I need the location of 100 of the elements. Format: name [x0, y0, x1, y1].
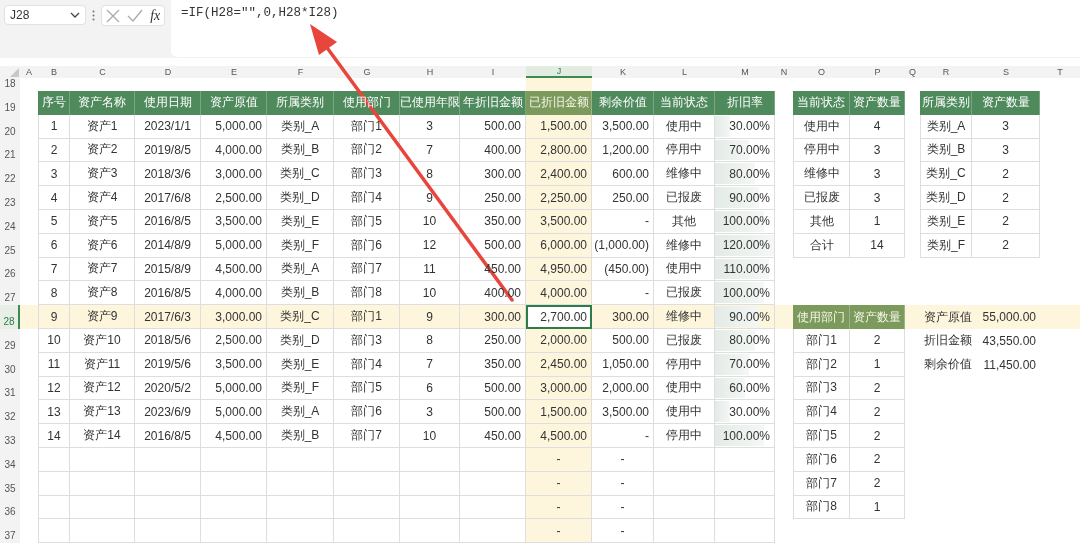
empty-cell	[654, 471, 715, 496]
table-cell: 类别_A	[267, 114, 334, 139]
empty-cell	[654, 495, 715, 520]
more-icon[interactable]	[92, 10, 95, 21]
table-cell: 2,800.00	[526, 138, 592, 163]
row-number[interactable]: 20	[0, 114, 20, 139]
table-cell: 1	[38, 114, 70, 139]
table-cell: 3	[850, 186, 905, 210]
row-number[interactable]: 29	[0, 328, 20, 353]
column-header[interactable]: M	[715, 66, 775, 78]
table-cell: 部门6	[793, 447, 850, 472]
row-number[interactable]: 28	[0, 305, 20, 329]
column-header[interactable]: Q	[905, 66, 920, 78]
row-number[interactable]: 21	[0, 138, 20, 163]
table-cell: 120.00%	[715, 233, 775, 258]
table-cell: -	[592, 210, 654, 234]
table-cell: 14	[850, 233, 905, 258]
table-cell: 维修中	[793, 162, 850, 187]
column-header[interactable]: G	[334, 66, 400, 78]
table-cell: 部门8	[793, 495, 850, 520]
table-cell: 2,000.00	[526, 328, 592, 353]
column-header[interactable]: B	[38, 66, 70, 78]
table-cell: 类别_A	[920, 114, 972, 139]
summary-label: 折旧金额	[923, 332, 972, 350]
column-header[interactable]: A	[20, 66, 38, 78]
column-header[interactable]: J	[526, 66, 592, 78]
row-number[interactable]: 31	[0, 376, 20, 401]
column-header[interactable]: S	[972, 66, 1040, 78]
table-cell: 500.00	[592, 328, 654, 353]
table-cell: 部门5	[334, 376, 400, 401]
column-header[interactable]: N	[775, 66, 793, 78]
table-cell: 3	[400, 114, 460, 139]
row-number[interactable]: 34	[0, 447, 20, 472]
table-cell: 9	[38, 305, 70, 329]
column-header[interactable]: C	[70, 66, 135, 78]
column-header[interactable]: T	[1040, 66, 1080, 78]
check-icon[interactable]	[126, 8, 143, 23]
table-cell: 2019/5/6	[135, 352, 201, 377]
column-header[interactable]: D	[135, 66, 201, 78]
row-number[interactable]: 23	[0, 186, 20, 210]
row-number[interactable]: 27	[0, 281, 20, 306]
table-header: 资产数量	[972, 91, 1040, 115]
table-cell: 5,000.00	[201, 400, 267, 425]
empty-cell	[38, 519, 70, 544]
column-header[interactable]: P	[850, 66, 905, 78]
table-cell: -	[526, 471, 592, 496]
table-cell: 1	[850, 210, 905, 234]
table-cell: 2015/8/9	[135, 257, 201, 282]
row-number[interactable]: 32	[0, 400, 20, 425]
column-header[interactable]: F	[267, 66, 334, 78]
row-number[interactable]: 33	[0, 424, 20, 448]
column-header[interactable]: E	[201, 66, 267, 78]
table-cell: -	[592, 495, 654, 520]
table-cell: -	[526, 495, 592, 520]
table-cell: 部门1	[334, 305, 400, 329]
table-header: 序号	[38, 91, 70, 115]
table-cell: 100.00%	[715, 281, 775, 306]
table-cell: 2,450.00	[526, 352, 592, 377]
table-cell: 6	[400, 376, 460, 401]
table-cell: 250.00	[592, 186, 654, 210]
cancel-icon[interactable]	[105, 8, 120, 23]
column-header[interactable]: H	[400, 66, 460, 78]
table-cell: 3	[400, 400, 460, 425]
empty-cell	[905, 305, 920, 329]
row-number[interactable]: 36	[0, 495, 20, 520]
row-number[interactable]: 19	[0, 91, 20, 115]
table-cell: 1,200.00	[592, 138, 654, 163]
row-number[interactable]: 25	[0, 233, 20, 258]
table-cell: 类别_D	[920, 186, 972, 210]
table-cell: 2	[38, 138, 70, 163]
row-number[interactable]: 35	[0, 471, 20, 496]
column-header[interactable]: K	[592, 66, 654, 78]
table-cell: 部门3	[334, 328, 400, 353]
column-header[interactable]: I	[460, 66, 526, 78]
table-cell: 资产11	[70, 352, 135, 377]
row-number[interactable]: 18	[0, 78, 20, 91]
empty-cell	[334, 471, 400, 496]
table-cell: 3	[972, 114, 1040, 139]
table-cell: 资产13	[70, 400, 135, 425]
column-header[interactable]: R	[920, 66, 972, 78]
table-header: 使用日期	[135, 91, 201, 115]
table-cell: -	[592, 471, 654, 496]
empty-cell	[400, 519, 460, 544]
function-button[interactable]: fx	[150, 7, 161, 24]
formula-field[interactable]: =IF(H28="",0,H28*I28)	[171, 0, 1080, 57]
row-number[interactable]: 26	[0, 257, 20, 282]
row-number[interactable]: 37	[0, 519, 20, 544]
table-cell: -	[592, 424, 654, 448]
table-header: 已使用年限	[400, 91, 460, 115]
table-header: 资产数量	[850, 305, 905, 329]
name-box[interactable]: J28	[4, 5, 86, 25]
table-cell: 部门2	[334, 138, 400, 163]
table-cell: 停用中	[793, 138, 850, 163]
empty-cell	[715, 495, 775, 520]
row-number[interactable]: 22	[0, 162, 20, 187]
column-header[interactable]: O	[793, 66, 850, 78]
row-number[interactable]: 24	[0, 210, 20, 234]
table-cell: 90.00%	[715, 305, 775, 329]
column-header[interactable]: L	[654, 66, 715, 78]
row-number[interactable]: 30	[0, 352, 20, 377]
